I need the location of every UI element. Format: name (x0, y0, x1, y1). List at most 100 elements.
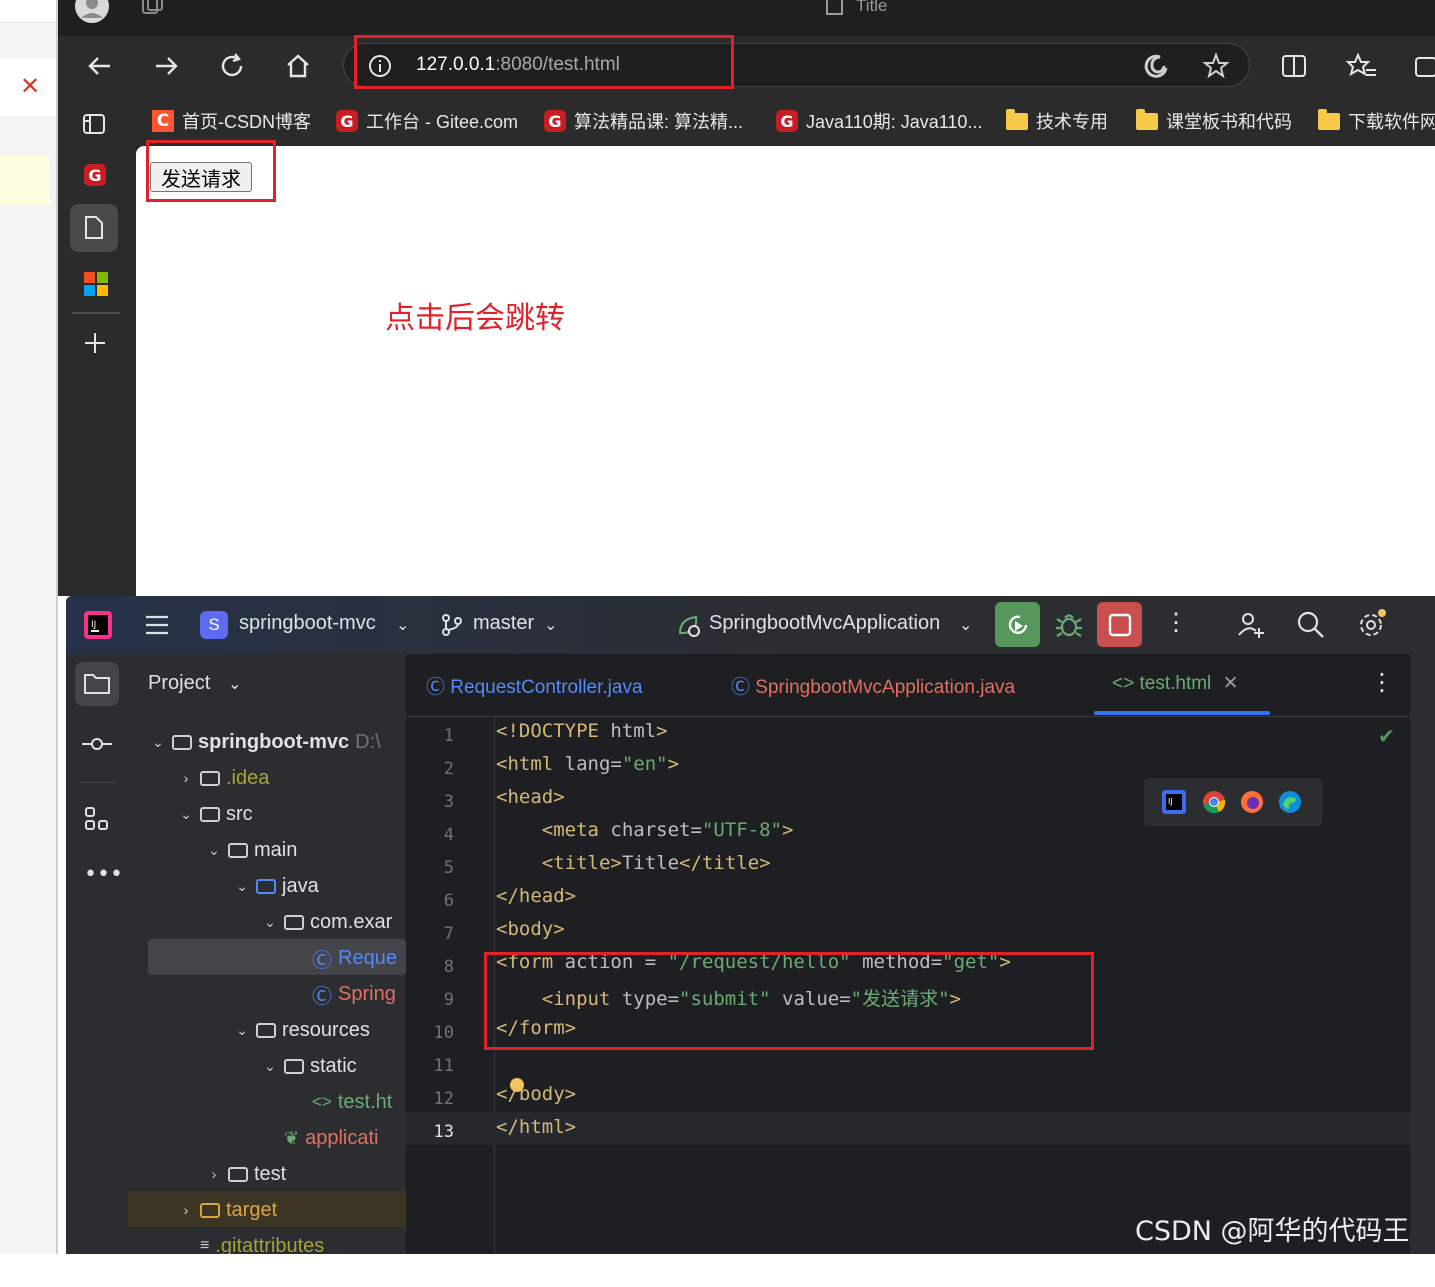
tree-item-resources[interactable]: ⌄ resources (234, 1014, 370, 1046)
tree-item-test-html[interactable]: <> test.ht (290, 1086, 392, 1118)
text-file-icon: ≡ (200, 1237, 210, 1254)
favorite-star-icon[interactable] (1202, 52, 1230, 80)
bookmark-folder-tech[interactable]: 技术专用 (1006, 108, 1108, 134)
stop-button[interactable] (1097, 602, 1142, 647)
bookmark-algorithm-course[interactable]: G 算法精品课: 算法精... (544, 108, 743, 134)
tree-item-application[interactable]: ❦ applicati (262, 1122, 378, 1154)
split-screen-icon[interactable] (1278, 50, 1310, 82)
source-folder-icon (256, 878, 276, 894)
structure-icon[interactable] (84, 806, 110, 832)
more-vertical-icon[interactable]: ⋮ (1370, 668, 1394, 696)
add-plus-icon[interactable] (84, 332, 106, 354)
tree-item-root[interactable]: ⌄ springboot-mvc D:\ (150, 726, 381, 758)
intellij-logo-icon[interactable]: IJ (84, 611, 112, 639)
browser-window: Title 127.0.0.1:8080/test.html C 首页-CSDN博… (58, 0, 1435, 596)
code-line[interactable]: </html> (496, 1116, 576, 1138)
browser-titlebar: Title (58, 0, 1435, 36)
code-line[interactable]: <!DOCTYPE html> (496, 720, 668, 742)
project-panel-title[interactable]: Project (148, 672, 210, 695)
branch-selector[interactable]: master (473, 612, 534, 635)
tree-item-spring-app[interactable]: Ⓒ Spring (290, 978, 396, 1010)
tree-item-idea[interactable]: › .idea (178, 762, 270, 794)
home-icon[interactable] (282, 50, 314, 82)
forward-arrow-icon[interactable] (150, 50, 182, 82)
tree-item-gitattributes[interactable]: ≡ .gitattributes (178, 1230, 324, 1255)
gitee-sidebar-icon[interactable]: G (84, 164, 106, 186)
project-selector[interactable]: springboot-mvc (239, 612, 376, 635)
tab-test-html[interactable]: <> test.html ✕ (1112, 672, 1239, 695)
bookmark-folder-class[interactable]: 课堂板书和代码 (1136, 108, 1292, 134)
tab-title[interactable]: Title (856, 0, 888, 16)
tree-item-static[interactable]: ⌄ static (262, 1050, 357, 1082)
spring-run-config-icon (678, 615, 700, 637)
microsoft-365-icon[interactable] (84, 272, 108, 296)
settings-gear-icon[interactable] (1356, 608, 1388, 640)
collections-icon[interactable] (1410, 50, 1435, 82)
tree-item-java[interactable]: ⌄ java (234, 870, 319, 902)
html-file-icon: <> (1112, 673, 1135, 694)
favorites-icon[interactable] (1346, 50, 1378, 82)
chevron-down-icon[interactable]: ⌄ (544, 615, 557, 635)
tree-item-request-controller[interactable]: Ⓒ Reque (290, 942, 397, 974)
code-line[interactable]: </head> (496, 885, 576, 907)
commit-icon[interactable] (82, 734, 112, 754)
code-line[interactable]: <body> (496, 918, 565, 940)
folder-icon (228, 1166, 248, 1182)
folder-icon (228, 842, 248, 858)
intention-bulb-icon[interactable] (510, 1078, 524, 1092)
code-line[interactable]: <head> (496, 786, 565, 808)
code-line[interactable]: <html lang="en"> (496, 753, 679, 775)
sidebar-page-button[interactable] (70, 204, 118, 252)
line-number: 10 (433, 1023, 454, 1043)
line-number: 7 (443, 924, 454, 944)
tree-item-src[interactable]: ⌄ src (178, 798, 253, 830)
tree-item-target[interactable]: › target (178, 1194, 278, 1226)
more-horizontal-icon[interactable]: ••• (84, 862, 123, 887)
code-line[interactable]: <title>Title</title> (496, 852, 771, 874)
chevron-down-icon[interactable]: ⌄ (228, 674, 241, 693)
spring-class-icon: Ⓒ (731, 677, 751, 698)
html-file-icon: <> (312, 1092, 332, 1111)
tree-item-main[interactable]: ⌄ main (206, 834, 297, 866)
background-window: ✕ (0, 0, 58, 1254)
profile-avatar-icon[interactable] (74, 0, 110, 24)
browser-sidebar: G (58, 96, 136, 596)
close-tab-icon[interactable]: ✕ (1223, 673, 1239, 694)
tab-actions-icon[interactable] (82, 112, 106, 136)
back-arrow-icon[interactable] (84, 50, 116, 82)
excluded-folder-icon (200, 1202, 220, 1218)
close-x-icon[interactable]: ✕ (20, 72, 40, 100)
search-icon[interactable] (1296, 610, 1326, 640)
chrome-icon[interactable] (1202, 790, 1226, 814)
tab-request-controller[interactable]: Ⓒ RequestController.java (426, 672, 643, 699)
folder-icon (1318, 108, 1340, 130)
workspaces-icon[interactable] (140, 0, 164, 18)
add-user-icon[interactable] (1236, 610, 1266, 640)
code-line[interactable]: <meta charset="UTF-8"> (496, 819, 794, 841)
bookmark-gitee-workbench[interactable]: G 工作台 - Gitee.com (336, 108, 518, 134)
edge-app-icon[interactable] (1142, 52, 1170, 80)
browser-preview-toolbar: IJ (1144, 778, 1322, 826)
debug-bug-icon[interactable] (1054, 610, 1084, 640)
ide-right-tool-strip (1410, 654, 1435, 1254)
bookmark-folder-download[interactable]: 下载软件网 (1318, 108, 1435, 134)
bookmark-java110[interactable]: G Java110期: Java110... (776, 108, 982, 134)
chevron-down-icon[interactable]: ⌄ (396, 615, 409, 635)
run-config-selector[interactable]: SpringbootMvcApplication (709, 612, 940, 635)
code-line[interactable]: </body> (496, 1083, 576, 1105)
main-menu-icon[interactable] (144, 612, 170, 638)
tree-item-package[interactable]: ⌄ com.exar (262, 906, 392, 938)
edge-icon[interactable] (1278, 790, 1302, 814)
folder-icon (1006, 108, 1028, 130)
tree-item-test[interactable]: › test (206, 1158, 287, 1190)
rerun-button[interactable] (995, 602, 1040, 647)
folder-icon (200, 806, 220, 822)
chevron-down-icon[interactable]: ⌄ (959, 615, 972, 635)
firefox-icon[interactable] (1240, 790, 1264, 814)
refresh-icon[interactable] (216, 50, 248, 82)
bookmark-csdn[interactable]: C 首页-CSDN博客 (152, 108, 311, 134)
intellij-preview-icon[interactable]: IJ (1162, 790, 1186, 814)
more-vertical-icon[interactable]: ⋮ (1164, 608, 1188, 637)
tab-spring-app[interactable]: Ⓒ SpringbootMvcApplication.java (731, 672, 1015, 699)
project-tool-button[interactable] (75, 662, 119, 706)
